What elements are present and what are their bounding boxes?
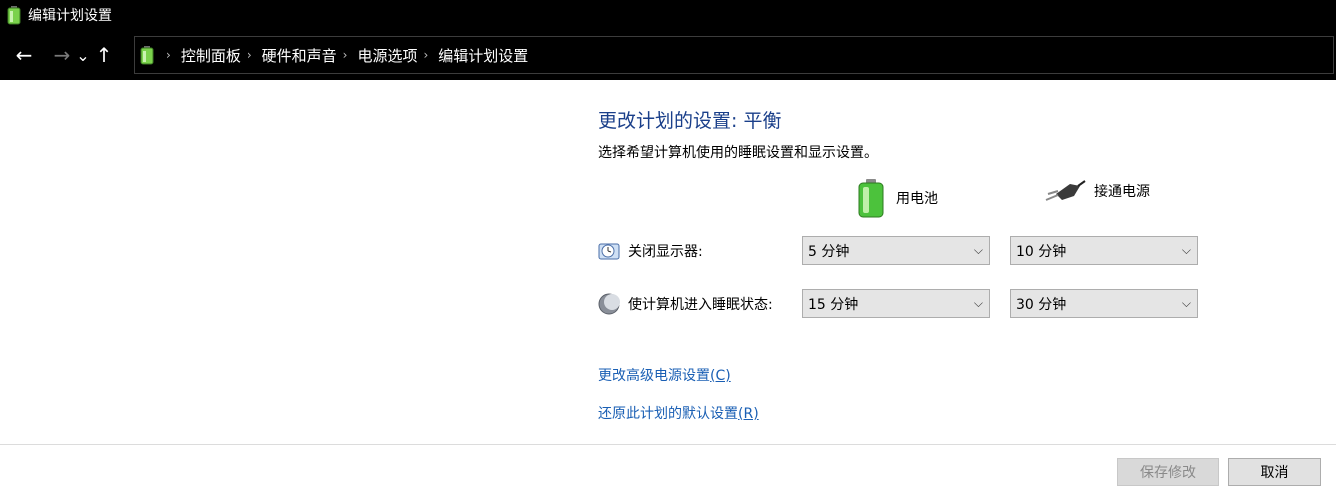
sleep-plugged-value: 30 分钟 (1016, 296, 1067, 313)
breadcrumb-hardware-sound[interactable]: 硬件和声音 (262, 45, 337, 66)
save-changes-button[interactable]: 保存修改 (1117, 458, 1219, 486)
breadcrumb-separator[interactable]: › (247, 48, 252, 62)
sleep-label: 使计算机进入睡眠状态: (628, 297, 773, 313)
address-bar[interactable]: › 控制面板 › 硬件和声音 › 电源选项 › 编辑计划设置 (134, 36, 1334, 74)
restore-link-accel: (R) (738, 406, 759, 422)
display-off-battery-select[interactable]: 5 分钟 ⌵ (802, 236, 990, 265)
up-arrow-icon: ↑ (95, 43, 113, 67)
display-off-battery-value: 5 分钟 (808, 243, 850, 260)
battery-icon (858, 179, 884, 218)
battery-column-header: 用电池 (856, 178, 938, 218)
back-button[interactable]: ← (11, 40, 37, 70)
sleep-battery-select[interactable]: 15 分钟 ⌵ (802, 289, 990, 318)
breadcrumb-edit-plan[interactable]: 编辑计划设置 (438, 45, 528, 66)
breadcrumb-power-options[interactable]: 电源选项 (357, 45, 417, 66)
recent-locations-button[interactable]: ⌄ (75, 40, 91, 70)
page-subtitle: 选择希望计算机使用的睡眠设置和显示设置。 (598, 145, 878, 161)
sleep-label-row: 使计算机进入睡眠状态: (598, 293, 773, 315)
advanced-power-settings-link[interactable]: 更改高级电源设置(C) (598, 365, 731, 385)
chevron-down-icon: ⌵ (1181, 243, 1191, 257)
restore-defaults-link[interactable]: 还原此计划的默认设置(R) (598, 403, 759, 423)
breadcrumb-separator[interactable]: › (343, 48, 348, 62)
chevron-down-icon: ⌄ (76, 45, 90, 65)
cancel-button[interactable]: 取消 (1228, 458, 1321, 486)
restore-link-text: 还原此计划的默认设置 (598, 406, 738, 422)
sleep-plugged-select[interactable]: 30 分钟 ⌵ (1010, 289, 1198, 318)
advanced-link-accel: (C) (710, 368, 731, 384)
chevron-down-icon: ⌵ (1181, 296, 1191, 310)
window-title: 编辑计划设置 (28, 8, 112, 24)
chevron-down-icon: ⌵ (973, 243, 983, 257)
battery-power-icon (7, 6, 21, 25)
display-off-plugged-value: 10 分钟 (1016, 243, 1067, 260)
footer: 保存修改 取消 (0, 445, 1336, 501)
forward-arrow-icon: → (53, 43, 71, 67)
display-off-label-row: 关闭显示器: (598, 240, 703, 262)
plugged-column-label: 接通电源 (1094, 184, 1150, 200)
display-off-plugged-select[interactable]: 10 分钟 ⌵ (1010, 236, 1198, 265)
display-off-label: 关闭显示器: (628, 244, 703, 260)
title-bar: 编辑计划设置 (0, 0, 1336, 30)
chevron-down-icon: ⌵ (973, 296, 983, 310)
plugged-column-header: 接通电源 (1044, 178, 1150, 204)
forward-button[interactable]: → (49, 40, 75, 70)
battery-column-label: 用电池 (896, 191, 938, 207)
sleep-moon-icon (598, 293, 620, 315)
back-arrow-icon: ← (15, 43, 33, 67)
up-button[interactable]: ↑ (91, 40, 117, 70)
breadcrumb-control-panel[interactable]: 控制面板 (181, 45, 241, 66)
power-plug-icon (1045, 180, 1086, 201)
breadcrumb-separator: › (166, 48, 171, 62)
main-content: 更改计划的设置: 平衡 选择希望计算机使用的睡眠设置和显示设置。 用电池 接通电… (0, 80, 1336, 444)
battery-power-icon (140, 46, 154, 65)
display-clock-icon (598, 243, 620, 260)
advanced-link-text: 更改高级电源设置 (598, 368, 710, 384)
sleep-battery-value: 15 分钟 (808, 296, 859, 313)
breadcrumb-separator[interactable]: › (423, 48, 428, 62)
page-title: 更改计划的设置: 平衡 (598, 110, 782, 132)
